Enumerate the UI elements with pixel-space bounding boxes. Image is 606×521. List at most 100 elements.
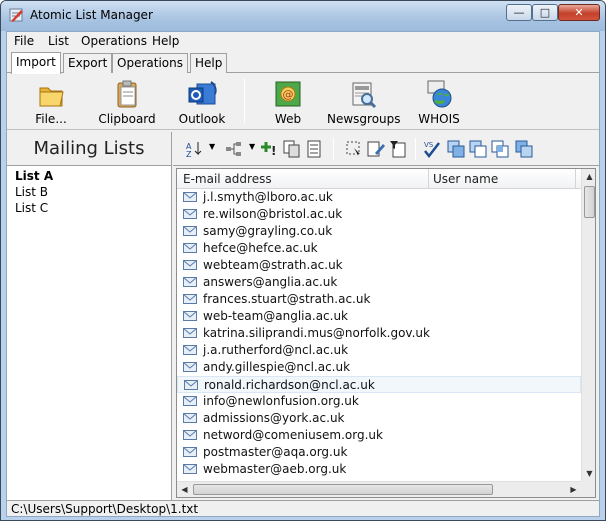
- table-row[interactable]: frances.stuart@strath.ac.uk: [177, 291, 581, 308]
- menu-operations[interactable]: Operations: [81, 34, 147, 48]
- envelope-icon: [183, 362, 197, 372]
- menu-help[interactable]: Help: [152, 34, 179, 48]
- tab-export[interactable]: Export: [63, 53, 113, 73]
- email-list-view[interactable]: E-mail address User name j.l.smyth@lboro…: [176, 168, 596, 498]
- sort-dropdown-icon[interactable]: ▼: [209, 142, 215, 151]
- table-row[interactable]: admissions@york.ac.uk: [177, 410, 581, 427]
- import-newsgroups-button[interactable]: Newsgroups: [327, 78, 401, 126]
- scroll-corner: [581, 481, 595, 497]
- folder-icon: [39, 87, 64, 107]
- group-icon[interactable]: [225, 140, 243, 158]
- svg-text:!: !: [271, 144, 276, 158]
- horizontal-scroll-thumb[interactable]: [193, 484, 493, 495]
- email-address: andy.gillespie@ncl.ac.uk: [203, 360, 351, 374]
- ribbon-toolbar: File... Clipboard Outlook @ Web Newsgrou…: [7, 74, 599, 130]
- table-row[interactable]: webteam@strath.ac.uk: [177, 257, 581, 274]
- table-row[interactable]: samy@grayling.co.uk: [177, 223, 581, 240]
- tab-operations[interactable]: Operations: [112, 53, 188, 73]
- status-bar: C:\Users\Support\Desktop\1.txt: [7, 500, 599, 516]
- table-row[interactable]: info@newlonfusion.org.uk: [177, 393, 581, 410]
- copy-entries-icon[interactable]: [283, 140, 301, 158]
- table-row[interactable]: re.wilson@bristol.ac.uk: [177, 206, 581, 223]
- import-clipboard-button[interactable]: Clipboard: [94, 78, 160, 126]
- table-row[interactable]: web-team@anglia.ac.uk: [177, 308, 581, 325]
- intersect-lists-icon[interactable]: [491, 140, 509, 158]
- split-list-icon[interactable]: [515, 140, 533, 158]
- import-newsgroups-label: Newsgroups: [327, 112, 401, 126]
- newspaper-icon: [352, 82, 377, 109]
- table-row[interactable]: webmaster@aeb.org.uk: [177, 461, 581, 478]
- table-row[interactable]: j.l.smyth@lboro.ac.uk: [177, 189, 581, 206]
- column-email[interactable]: E-mail address: [183, 172, 272, 186]
- envelope-icon: [183, 260, 197, 270]
- select-icon[interactable]: [345, 140, 363, 158]
- envelope-icon: [184, 380, 198, 390]
- envelope-icon: [183, 328, 197, 338]
- menu-bar: File List Operations Help: [7, 32, 599, 50]
- column-username[interactable]: User name: [433, 172, 498, 186]
- email-address: katrina.siliprandi.mus@norfolk.gov.uk: [203, 326, 430, 340]
- vertical-scrollbar[interactable]: ▲ ▼: [581, 169, 595, 481]
- import-file-button[interactable]: File...: [31, 78, 71, 126]
- email-rows: j.l.smyth@lboro.ac.uk re.wilson@bristol.a…: [177, 189, 581, 481]
- table-row[interactable]: postmaster@aqa.org.uk: [177, 444, 581, 461]
- maximize-button[interactable]: □: [532, 4, 558, 21]
- email-address: frances.stuart@strath.ac.uk: [203, 292, 371, 306]
- import-web-label: Web: [274, 112, 302, 126]
- verify-icon[interactable]: VS: [423, 140, 441, 158]
- table-row[interactable]: andy.gillespie@ncl.ac.uk: [177, 359, 581, 376]
- envelope-icon: [183, 294, 197, 304]
- notes-icon[interactable]: [305, 140, 323, 158]
- envelope-icon: [183, 192, 197, 202]
- import-web-button[interactable]: @ Web: [267, 78, 309, 126]
- app-window: Atomic List Manager — □ ✕ File List Oper…: [0, 0, 606, 521]
- title-bar[interactable]: Atomic List Manager — □ ✕: [1, 1, 605, 31]
- status-file-path: C:\Users\Support\Desktop\1.txt: [11, 502, 199, 516]
- import-whois-label: WHOIS: [418, 112, 460, 126]
- scroll-down-arrow[interactable]: ▼: [582, 466, 595, 481]
- envelope-icon: [183, 243, 197, 253]
- import-whois-button[interactable]: WHOIS: [417, 78, 461, 126]
- table-row[interactable]: ronald.richardson@ncl.ac.uk: [177, 376, 581, 393]
- import-outlook-button[interactable]: Outlook: [175, 78, 229, 126]
- column-divider[interactable]: [428, 169, 429, 189]
- scroll-right-arrow[interactable]: ▶: [566, 482, 581, 497]
- scroll-up-arrow[interactable]: ▲: [582, 169, 595, 184]
- menu-file[interactable]: File: [14, 34, 34, 48]
- tab-help[interactable]: Help: [190, 53, 228, 73]
- table-row[interactable]: answers@anglia.ac.uk: [177, 274, 581, 291]
- table-row[interactable]: netword@comeniusem.org.uk: [177, 427, 581, 444]
- email-address: answers@anglia.ac.uk: [203, 275, 338, 289]
- add-entry-icon[interactable]: !: [261, 140, 279, 158]
- column-divider-2[interactable]: [575, 169, 576, 189]
- subtract-lists-icon[interactable]: [469, 140, 487, 158]
- vertical-scroll-thumb[interactable]: [584, 186, 595, 218]
- tab-import[interactable]: Import: [11, 52, 61, 74]
- list-item-a[interactable]: List A: [15, 169, 53, 183]
- web-icon: @: [275, 81, 301, 107]
- table-row[interactable]: j.a.rutherford@ncl.ac.uk: [177, 342, 581, 359]
- envelope-icon: [183, 396, 197, 406]
- email-address: j.a.rutherford@ncl.ac.uk: [203, 343, 349, 357]
- menu-list[interactable]: List: [48, 34, 69, 48]
- email-address: j.l.smyth@lboro.ac.uk: [203, 190, 333, 204]
- merge-lists-icon[interactable]: [447, 140, 465, 158]
- envelope-icon: [183, 209, 197, 219]
- list-item-c[interactable]: List C: [15, 201, 48, 215]
- close-button[interactable]: ✕: [558, 4, 600, 21]
- svg-text:@: @: [283, 88, 294, 101]
- filter-icon[interactable]: [389, 140, 407, 158]
- email-address: webmaster@aeb.org.uk: [203, 462, 347, 476]
- sort-icon[interactable]: A Z: [185, 140, 203, 158]
- edit-icon[interactable]: [367, 140, 385, 158]
- svg-text:VS: VS: [424, 141, 434, 149]
- group-dropdown-icon[interactable]: ▼: [249, 142, 255, 151]
- envelope-icon: [183, 345, 197, 355]
- horizontal-scrollbar[interactable]: ◀ ▶: [177, 481, 581, 497]
- toolbar-separator: [333, 138, 334, 160]
- table-row[interactable]: katrina.siliprandi.mus@norfolk.gov.uk: [177, 325, 581, 342]
- list-item-b[interactable]: List B: [15, 185, 48, 199]
- minimize-button[interactable]: —: [506, 4, 532, 21]
- table-row[interactable]: hefce@hefce.ac.uk: [177, 240, 581, 257]
- scroll-left-arrow[interactable]: ◀: [177, 482, 192, 497]
